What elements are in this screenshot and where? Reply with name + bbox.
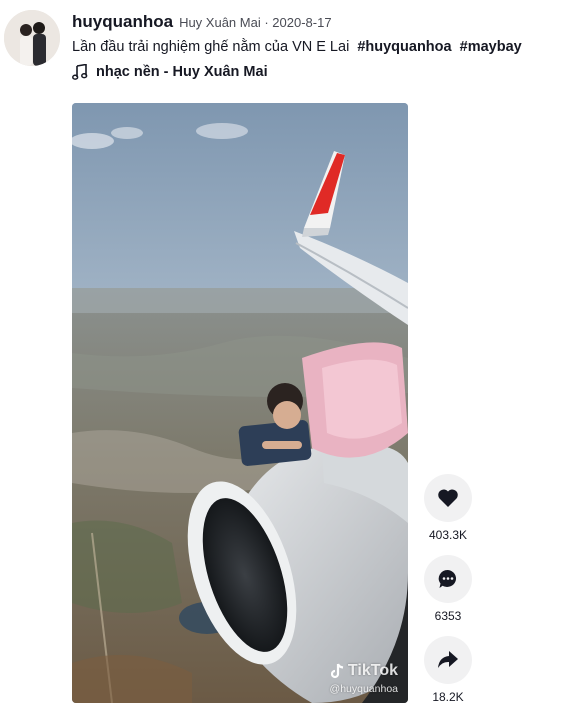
music-note-icon [72, 64, 88, 80]
display-name: Huy Xuân Mai [179, 15, 261, 30]
comment-action: 6353 [424, 555, 472, 623]
video-watermark: TikTok @huyquanhoa [330, 662, 398, 695]
author-line: huyquanhoa Huy Xuân Mai · 2020-8-17 [72, 12, 551, 32]
like-count: 403.3K [428, 528, 468, 542]
heart-icon [438, 489, 458, 507]
like-action: 403.3K [424, 474, 472, 542]
video-frame [72, 103, 408, 703]
share-icon [438, 651, 458, 668]
comment-button[interactable] [424, 555, 472, 603]
caption-text: Lần đầu trải nghiệm ghế nằm của VN E Lai [72, 39, 350, 55]
music-title: nhạc nền - Huy Xuân Mai [96, 64, 268, 80]
avatar-image [4, 10, 60, 66]
share-count: 18.2K [432, 690, 464, 704]
video-player[interactable]: TikTok @huyquanhoa [72, 103, 408, 703]
comment-icon [438, 569, 457, 588]
watermark-handle: @huyquanhoa [329, 683, 398, 695]
author-meta: Huy Xuân Mai · 2020-8-17 [179, 15, 332, 30]
share-button[interactable] [424, 636, 472, 684]
share-action: 18.2K [424, 636, 472, 704]
post-header: huyquanhoa Huy Xuân Mai · 2020-8-17 Lần … [72, 12, 551, 80]
avatar[interactable] [4, 10, 60, 66]
watermark-brand: TikTok [330, 662, 398, 680]
like-button[interactable] [424, 474, 472, 522]
post-date: 2020-8-17 [272, 15, 332, 30]
caption: Lần đầu trải nghiệm ghế nằm của VN E Lai… [72, 39, 551, 55]
username-link[interactable]: huyquanhoa [72, 12, 173, 32]
hashtag-link[interactable]: #huyquanhoa [357, 39, 451, 55]
tiktok-logo-icon [330, 663, 344, 679]
comment-count: 6353 [434, 609, 462, 623]
music-link[interactable]: nhạc nền - Huy Xuân Mai [72, 64, 551, 80]
watermark-brand-text: TikTok [347, 662, 398, 679]
action-bar: 403.3K 6353 18.2K [424, 474, 472, 717]
hashtag-link[interactable]: #maybay [460, 39, 522, 55]
